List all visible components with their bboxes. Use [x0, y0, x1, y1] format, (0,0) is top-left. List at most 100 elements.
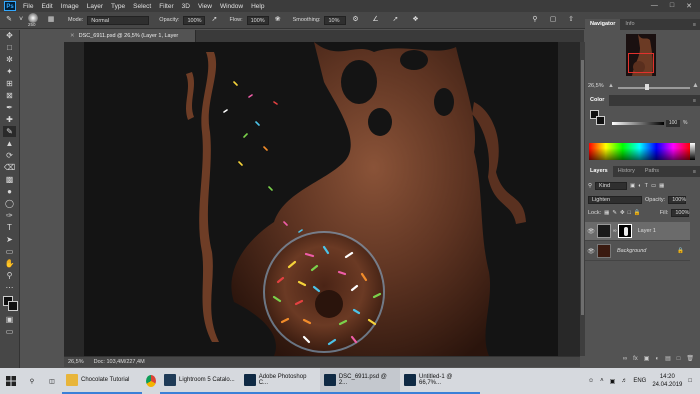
menu-file[interactable]: File	[19, 3, 37, 10]
more-tools-icon[interactable]: ⋯	[3, 282, 16, 293]
filter-kind-dropdown[interactable]: Kind	[595, 182, 628, 190]
smoothing-field[interactable]: 10%	[324, 15, 347, 25]
windows-start-icon[interactable]	[0, 368, 22, 394]
spectrum-grayscale[interactable]	[690, 143, 695, 160]
language-indicator[interactable]: ENG	[633, 378, 646, 384]
clone-stamp-icon[interactable]: ▲	[3, 138, 16, 149]
document-canvas[interactable]	[84, 42, 558, 356]
tab-color[interactable]: Color	[585, 95, 610, 106]
minimize-icon[interactable]: —	[651, 2, 658, 10]
network-icon[interactable]: ▣	[610, 378, 616, 385]
menu-select[interactable]: Select	[129, 3, 155, 10]
marquee-tool-icon[interactable]: □	[3, 42, 16, 53]
share-icon[interactable]: ⇧	[566, 15, 576, 25]
frame-tool-icon[interactable]: ⊠	[3, 90, 16, 101]
chrome-icon[interactable]	[142, 368, 160, 394]
lock-move-icon[interactable]: ✥	[620, 210, 625, 216]
black-slider[interactable]	[612, 122, 664, 125]
filter-type-icon[interactable]: T	[645, 183, 648, 189]
brush-tool-icon[interactable]: ✎	[3, 126, 16, 137]
history-brush-icon[interactable]: ⟳	[3, 150, 16, 161]
link-layers-icon[interactable]: ∞	[623, 356, 627, 362]
show-hidden-icon[interactable]: ˄	[600, 378, 604, 384]
zoom-slider-knob[interactable]	[645, 84, 649, 90]
delete-layer-icon[interactable]: 🗑	[686, 355, 694, 362]
navigator-view-box[interactable]	[628, 53, 654, 73]
panel-menu-icon[interactable]: ≡	[693, 22, 696, 28]
mask-link-icon[interactable]: ∞	[613, 228, 617, 234]
menu-type[interactable]: Type	[107, 3, 129, 10]
symmetry-icon[interactable]: ❖	[410, 15, 420, 25]
close-tab-icon[interactable]: ✕	[70, 33, 75, 39]
type-tool-icon[interactable]: T	[3, 222, 16, 233]
layer-opacity-field[interactable]: 100%	[668, 196, 686, 204]
people-icon[interactable]: ☺	[588, 378, 594, 384]
taskbar-app-lightroom[interactable]: Lightroom 5 Catalo...	[160, 368, 240, 394]
quick-mask-icon[interactable]: ▣	[3, 314, 16, 325]
taskbar-app-untitled[interactable]: Untitled-1 @ 66,7%...	[400, 368, 480, 394]
magic-wand-icon[interactable]: ✦	[3, 66, 16, 77]
blend-mode-dropdown[interactable]: Lighten	[588, 196, 642, 204]
search-icon[interactable]: ⚲	[530, 15, 540, 25]
taskbar-app-explorer[interactable]: Chocolate Tutorial	[62, 368, 142, 394]
panel-menu-icon[interactable]: ≡	[693, 169, 696, 175]
pressure-opacity-icon[interactable]: ➚	[209, 15, 219, 25]
clock[interactable]: 14:20 24.04.2019	[652, 373, 682, 389]
scrollbar-thumb[interactable]	[581, 60, 584, 315]
notifications-icon[interactable]: □	[688, 378, 692, 384]
layer-mask-thumbnail[interactable]	[617, 224, 632, 238]
zoom-level[interactable]: 26,5%	[68, 359, 84, 365]
new-group-icon[interactable]: ▤	[665, 355, 671, 362]
filter-adjustment-icon[interactable]: ◐	[638, 183, 641, 189]
lock-transparent-icon[interactable]: ▦	[604, 210, 609, 216]
background-color-swatch[interactable]	[8, 301, 18, 311]
maximize-icon[interactable]: □	[670, 2, 674, 10]
background-swatch[interactable]	[596, 116, 605, 125]
zoom-out-icon[interactable]: ▲	[608, 83, 614, 89]
eraser-icon[interactable]: ⌫	[3, 162, 16, 173]
tab-document[interactable]: ✕DSC_6911.psd @ 26,5% (Layer 1, Layer Ma…	[64, 30, 196, 51]
taskbar-app-photoshop[interactable]: Adobe Photoshop C...	[240, 368, 320, 394]
zoom-in-icon[interactable]: ▲	[692, 82, 699, 89]
taskbar-app-dsc-psd[interactable]: DSC_6911.psd @ 2...	[320, 368, 400, 394]
tab-paths[interactable]: Paths	[640, 166, 664, 177]
menu-filter[interactable]: Filter	[155, 3, 177, 10]
layer-row-layer1[interactable]: 👁 ∞ Layer 1	[585, 222, 690, 241]
menu-image[interactable]: Image	[57, 3, 83, 10]
shape-tool-icon[interactable]: ▭	[3, 246, 16, 257]
layer-name[interactable]: Background	[617, 248, 646, 254]
tab-navigator[interactable]: Navigator	[585, 19, 621, 30]
angle-icon[interactable]: ∠	[370, 15, 380, 25]
add-mask-icon[interactable]: ▣	[644, 355, 650, 362]
task-view-icon[interactable]: ◫	[42, 368, 62, 394]
tab-info[interactable]: Info	[620, 19, 639, 30]
volume-icon[interactable]: ♬	[621, 378, 627, 384]
fill-field[interactable]: 100%	[671, 209, 689, 217]
move-tool-icon[interactable]: ✥	[3, 30, 16, 41]
pen-tool-icon[interactable]: ✑	[3, 210, 16, 221]
gradient-tool-icon[interactable]: ▩	[3, 174, 16, 185]
blur-tool-icon[interactable]: ●	[3, 186, 16, 197]
flow-field[interactable]: 100%	[246, 15, 269, 25]
menu-window[interactable]: Window	[216, 3, 247, 10]
menu-layer[interactable]: Layer	[83, 3, 107, 10]
lock-artboard-icon[interactable]: □	[628, 210, 631, 216]
close-icon[interactable]: ✕	[686, 2, 692, 10]
filter-smart-object-icon[interactable]: ▦	[659, 183, 664, 189]
filter-shape-icon[interactable]: ▭	[651, 183, 656, 189]
brush-panel-icon[interactable]: ▦	[46, 15, 56, 25]
panel-menu-icon[interactable]: ≡	[693, 98, 696, 104]
tab-history[interactable]: History	[613, 166, 640, 177]
chevron-down-icon[interactable]: ˅	[16, 15, 26, 25]
hand-tool-icon[interactable]: ✋	[3, 258, 16, 269]
menu-help[interactable]: Help	[247, 3, 268, 10]
tab-layers[interactable]: Layers	[585, 166, 613, 177]
screen-mode-icon[interactable]: ▭	[3, 326, 16, 337]
black-value-field[interactable]: 100	[666, 120, 680, 127]
opacity-field[interactable]: 100%	[183, 15, 206, 25]
adjustment-layer-icon[interactable]: ◐	[655, 356, 659, 362]
dodge-tool-icon[interactable]: ◯	[3, 198, 16, 209]
layer-name[interactable]: Layer 1	[638, 228, 656, 234]
menu-view[interactable]: View	[194, 3, 216, 10]
search-icon[interactable]: ⚲	[22, 368, 42, 394]
